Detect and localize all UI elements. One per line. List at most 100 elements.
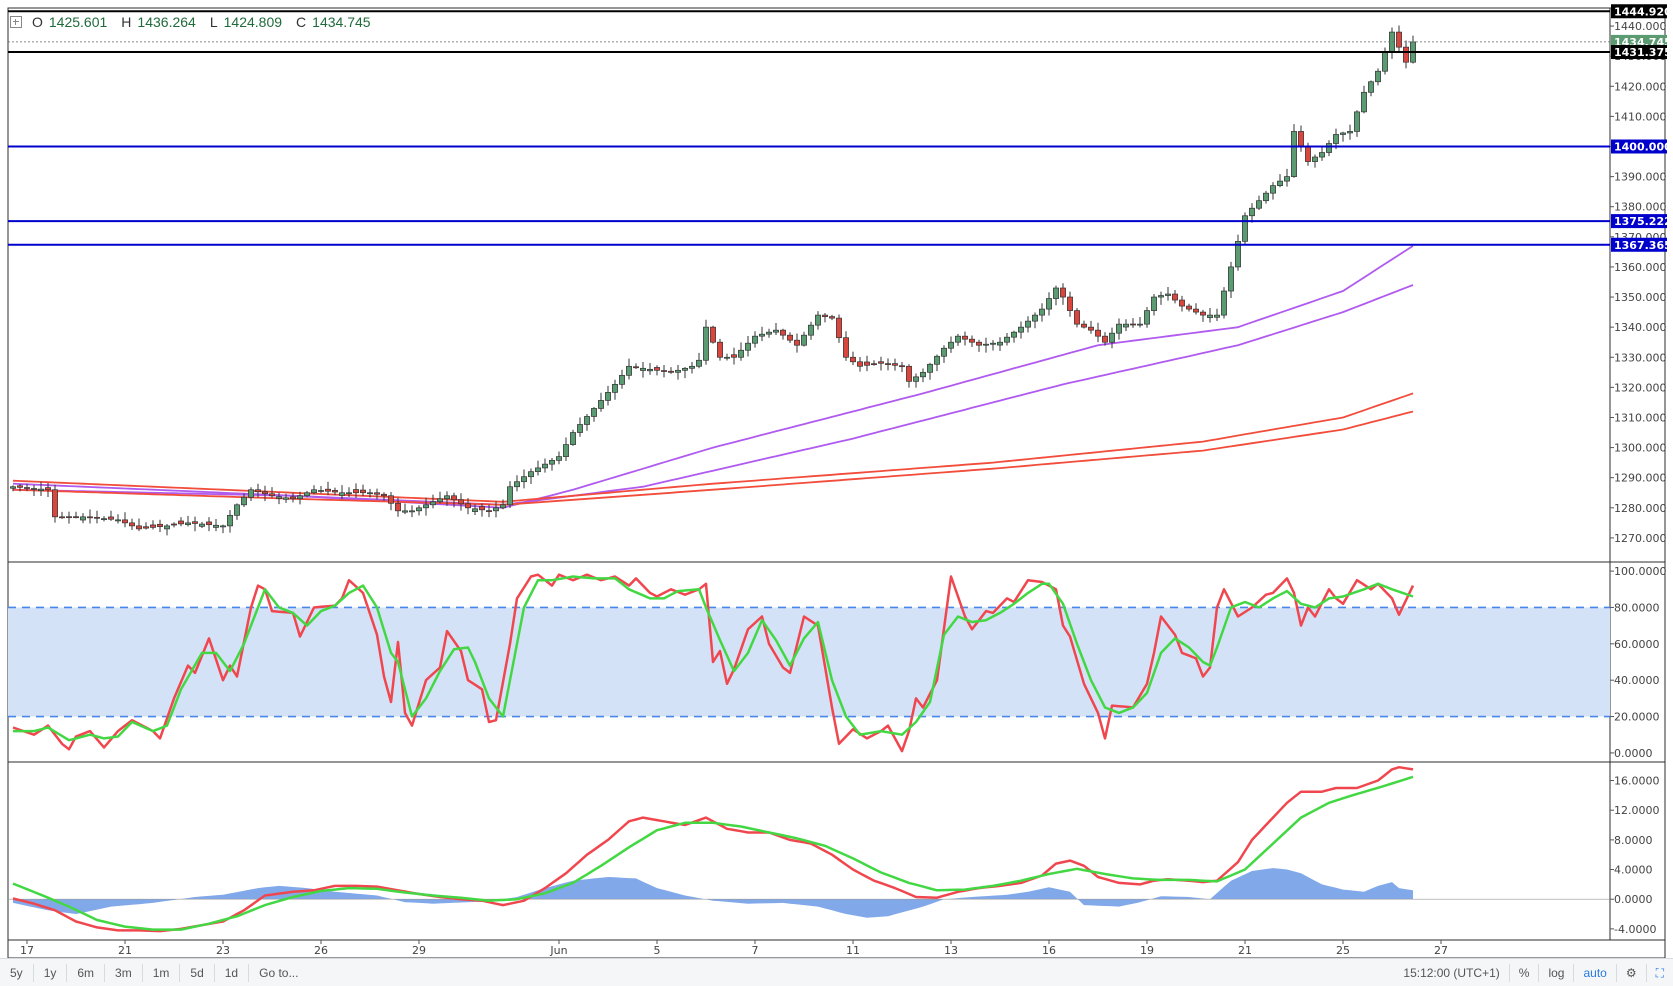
candle-body [1060, 287, 1066, 298]
range-5y-button[interactable]: 5y [0, 963, 34, 982]
candle-body [661, 370, 667, 372]
candle-body [794, 339, 800, 346]
price-axis-label: 1390.000 [1614, 171, 1667, 184]
candle-body [1214, 314, 1220, 318]
percent-toggle[interactable]: % [1508, 963, 1539, 982]
candle-body [633, 366, 639, 369]
candle-body [339, 492, 345, 496]
candle-body [108, 516, 114, 520]
price-axis-label: 1350.000 [1614, 291, 1667, 304]
price-axis-label: 1440.000 [1614, 20, 1667, 33]
candle-body [1067, 296, 1073, 311]
candle-body [52, 489, 58, 518]
candle-body [822, 314, 828, 317]
candle-body [759, 333, 765, 337]
range-1y-button[interactable]: 1y [34, 963, 68, 982]
candle-body [1046, 298, 1052, 310]
candle-body [1354, 111, 1360, 132]
high-label: H [121, 14, 132, 30]
candle-body [864, 361, 870, 366]
candle-body [528, 471, 534, 478]
low-value: 1424.809 [223, 14, 283, 30]
candle-body [1326, 143, 1332, 153]
candle [710, 325, 716, 344]
candle-body [66, 516, 72, 519]
candle-body [304, 492, 310, 497]
range-1d-button[interactable]: 1d [215, 963, 250, 982]
candle-body [80, 516, 86, 521]
candle-body [1207, 314, 1213, 318]
candle-body [752, 335, 758, 344]
candle-body [1137, 323, 1143, 326]
candle-body [1109, 332, 1115, 343]
price-axis-label: 1310.000 [1614, 411, 1667, 424]
candle-body [535, 467, 541, 473]
candle-body [248, 489, 254, 498]
candle-body [374, 492, 380, 495]
candle-body [605, 392, 611, 401]
candle-body [437, 498, 443, 503]
time-axis-label: 21 [118, 944, 132, 957]
candle-body [157, 523, 163, 527]
candle-body [227, 514, 233, 527]
candle-body [24, 487, 30, 489]
candle-body [843, 337, 849, 358]
candle-body [969, 338, 975, 343]
range-6m-button[interactable]: 6m [67, 963, 106, 982]
candle-body [997, 341, 1003, 346]
time-axis-label: 21 [1238, 944, 1252, 957]
stochastic-axis-label: 0.0000 [1614, 747, 1653, 760]
candle-body [850, 356, 856, 363]
candle-body [780, 329, 786, 336]
log-toggle[interactable]: log [1538, 963, 1573, 982]
candle-body [983, 343, 989, 346]
close-value: 1434.745 [312, 14, 371, 30]
settings-gear-icon[interactable]: ⚙ [1615, 963, 1646, 982]
candle-body [1249, 207, 1255, 217]
auto-toggle[interactable]: auto [1573, 963, 1615, 982]
time-axis-label: 25 [1336, 944, 1350, 957]
candle-body [395, 502, 401, 512]
candle-body [724, 356, 730, 359]
fullscreen-icon[interactable]: ⛶ [1645, 963, 1673, 982]
candle-body [717, 341, 723, 358]
candle-body [150, 524, 156, 528]
range-1m-button[interactable]: 1m [143, 963, 181, 982]
price-label-text: 1367.365 [1614, 239, 1672, 252]
candle-body [122, 519, 128, 524]
expand-icon[interactable] [10, 16, 22, 28]
candle-body [696, 359, 702, 367]
timezone-label[interactable]: 15:12:00 (UTC+1) [1394, 964, 1508, 982]
range-3m-button[interactable]: 3m [105, 963, 143, 982]
candle-body [934, 355, 940, 365]
candle-body [276, 496, 282, 499]
candle-body [1144, 310, 1150, 325]
candle-body [1284, 176, 1290, 182]
candle-body [423, 504, 429, 509]
candle-body [129, 522, 135, 527]
stochastic-axis-label: 40.0000 [1614, 674, 1660, 687]
candle-body [1312, 156, 1318, 162]
candle-body [346, 492, 352, 495]
range-5d-button[interactable]: 5d [180, 963, 215, 982]
price-axis-label: 1360.000 [1614, 261, 1667, 274]
goto-button[interactable]: Go to... [249, 964, 308, 982]
stochastic-axis-label: 100.0000 [1614, 565, 1667, 578]
candle-body [171, 523, 177, 526]
candle-body [101, 518, 107, 520]
candle-body [689, 365, 695, 369]
price-label-text: 1400.000 [1614, 141, 1672, 154]
candle-body [885, 363, 891, 365]
candle-body [178, 520, 184, 525]
candle-body [556, 456, 562, 461]
candle-body [185, 522, 191, 526]
candle-body [647, 368, 653, 372]
candle-body [745, 342, 751, 351]
candle-body [521, 476, 527, 483]
candle-body [31, 488, 37, 490]
candle-body [297, 495, 303, 500]
candle-body [136, 525, 142, 530]
candle-body [87, 516, 93, 519]
candle-body [731, 354, 737, 358]
candle-body [451, 495, 457, 501]
